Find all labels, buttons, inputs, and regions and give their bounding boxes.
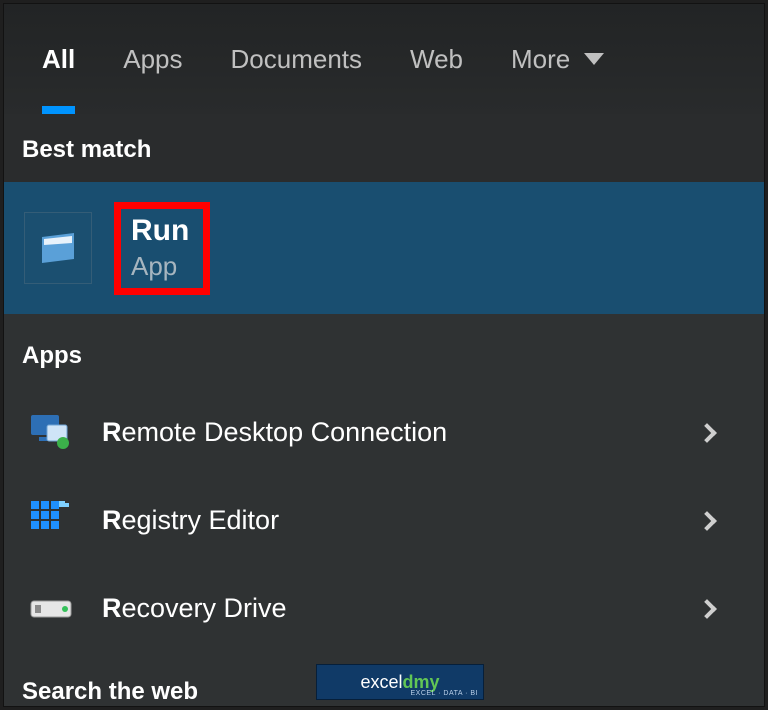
app-item-title: Registry Editor [102, 505, 700, 536]
run-icon [24, 212, 92, 284]
title-rest: ecovery Drive [122, 593, 287, 623]
tab-web[interactable]: Web [410, 4, 463, 114]
apps-list: Remote Desktop Connection Registry Edito… [4, 388, 764, 652]
best-match-result[interactable]: Run App [4, 182, 764, 314]
chevron-right-icon[interactable] [697, 511, 717, 531]
app-item-title: Recovery Drive [102, 593, 700, 624]
title-rest: egistry Editor [122, 505, 280, 535]
match-char: R [102, 505, 122, 535]
tab-apps[interactable]: Apps [123, 4, 182, 114]
tab-all[interactable]: All [42, 4, 75, 114]
match-char: R [102, 417, 122, 447]
app-item-registry-editor[interactable]: Registry Editor [4, 476, 764, 564]
app-item-remote-desktop[interactable]: Remote Desktop Connection [4, 388, 764, 476]
tab-label: More [511, 44, 570, 75]
app-item-title: Remote Desktop Connection [102, 417, 700, 448]
search-tabs: All Apps Documents Web More [4, 4, 764, 114]
section-best-match: Best match [4, 114, 764, 182]
chevron-down-icon [584, 53, 604, 65]
tab-label: All [42, 44, 75, 75]
match-char: R [102, 593, 122, 623]
match-char: R [131, 214, 153, 247]
tab-label: Documents [231, 44, 363, 75]
tab-more[interactable]: More [511, 4, 604, 114]
title-rest: un [153, 214, 190, 247]
start-search-panel: All Apps Documents Web More Best match R… [3, 3, 765, 707]
app-item-recovery-drive[interactable]: Recovery Drive [4, 564, 764, 652]
registry-editor-icon [24, 501, 78, 541]
watermark-text-a: excel [360, 672, 402, 693]
remote-desktop-icon [24, 413, 78, 453]
watermark-sub: EXCEL · DATA · BI [411, 690, 479, 697]
watermark-logo: exceldmy EXCEL · DATA · BI [316, 664, 484, 700]
annotation-highlight: Run App [114, 202, 210, 295]
tab-label: Web [410, 44, 463, 75]
chevron-right-icon[interactable] [697, 599, 717, 619]
tab-label: Apps [123, 44, 182, 75]
title-rest: emote Desktop Connection [122, 417, 448, 447]
recovery-drive-icon [24, 595, 78, 623]
best-match-subtitle: App [131, 251, 189, 282]
tab-documents[interactable]: Documents [231, 4, 363, 114]
best-match-title: Run [131, 213, 189, 249]
section-apps: Apps [4, 314, 764, 388]
chevron-right-icon[interactable] [697, 423, 717, 443]
